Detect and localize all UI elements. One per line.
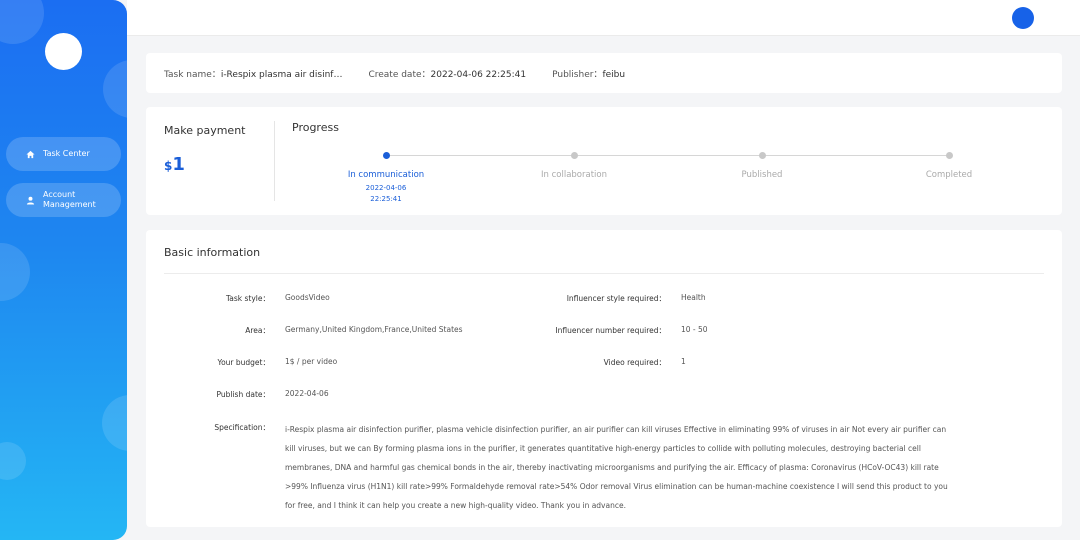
- step-in-communication-date: 2022-04-06: [365, 184, 407, 192]
- step-in-collaboration-dot: [571, 152, 578, 159]
- influencer-style-value: Health: [681, 293, 706, 302]
- decorative-bubble: [0, 0, 44, 44]
- progress-title: Progress: [292, 121, 339, 134]
- influencer-number-label: Influencer number required：: [555, 326, 666, 335]
- step-in-communication-label: In communication: [347, 170, 425, 180]
- video-required-label: Video required：: [603, 358, 666, 367]
- create-date-value: 2022-04-06 22:25:41: [430, 69, 527, 80]
- step-completed-label: Completed: [925, 170, 973, 180]
- publish-date-value: 2022-04-06: [285, 389, 329, 398]
- step-completed-dot: [946, 152, 953, 159]
- task-name-value: i-Respix plasma air disinf…: [220, 69, 343, 80]
- payment-progress-card: Make payment $1 Progress In communicatio…: [146, 107, 1062, 215]
- area-value: Germany,United Kingdom,France,United Sta…: [285, 325, 463, 334]
- sidebar: Task Center Account Management: [0, 0, 127, 540]
- vertical-divider: [274, 121, 275, 201]
- decorative-bubble: [0, 243, 30, 301]
- specification-label: Specification：: [214, 423, 270, 432]
- sidebar-item-account-management[interactable]: Account Management: [6, 183, 121, 217]
- influencer-number-value: 10 - 50: [681, 325, 708, 334]
- payment-title: Make payment: [164, 124, 246, 137]
- sidebar-item-label: Account Management: [43, 190, 96, 209]
- divider: [164, 273, 1044, 274]
- publisher: Publisher：feibu: [552, 69, 626, 80]
- influencer-style-label: Influencer style required：: [566, 294, 666, 303]
- user-icon: [25, 195, 35, 205]
- area-label: Area：: [245, 326, 270, 335]
- create-date: Create date：2022-04-06 22:25:41: [368, 69, 527, 80]
- home-icon: [25, 149, 35, 159]
- publisher-value: feibu: [602, 69, 626, 80]
- task-style-value: GoodsVideo: [285, 293, 330, 302]
- step-in-communication-dot: [383, 152, 390, 159]
- progress-track: [386, 155, 949, 156]
- step-in-communication-time: 22:25:41: [370, 195, 402, 203]
- payment-amount: $1: [164, 154, 185, 175]
- task-summary-card: Task name：i-Respix plasma air disinf… Cr…: [146, 53, 1062, 93]
- step-published-label: Published: [741, 170, 783, 180]
- basic-info-title: Basic information: [164, 246, 261, 259]
- payment-amount-value: 1: [172, 154, 185, 175]
- step-in-collaboration-label: In collaboration: [541, 170, 607, 180]
- header-bar: [127, 0, 1080, 36]
- decorative-bubble: [103, 60, 127, 118]
- decorative-bubble: [102, 395, 127, 451]
- task-style-label: Task style：: [225, 294, 270, 303]
- video-required-value: 1: [681, 357, 686, 366]
- task-name: Task name：i-Respix plasma air disinf…: [164, 69, 343, 80]
- sidebar-item-task-center[interactable]: Task Center: [6, 137, 121, 171]
- budget-label: Your budget：: [217, 358, 271, 367]
- decorative-bubble: [0, 442, 26, 480]
- publish-date-label: Publish date：: [216, 390, 270, 399]
- step-published-dot: [759, 152, 766, 159]
- basic-info-card: Basic information Task style： GoodsVideo…: [146, 230, 1062, 527]
- logo[interactable]: [45, 33, 82, 70]
- budget-value: 1$ / per video: [285, 357, 338, 366]
- sidebar-item-label: Task Center: [43, 149, 90, 158]
- specification-text: i-Respix plasma air disinfection purifie…: [285, 425, 948, 510]
- avatar[interactable]: [1012, 7, 1034, 29]
